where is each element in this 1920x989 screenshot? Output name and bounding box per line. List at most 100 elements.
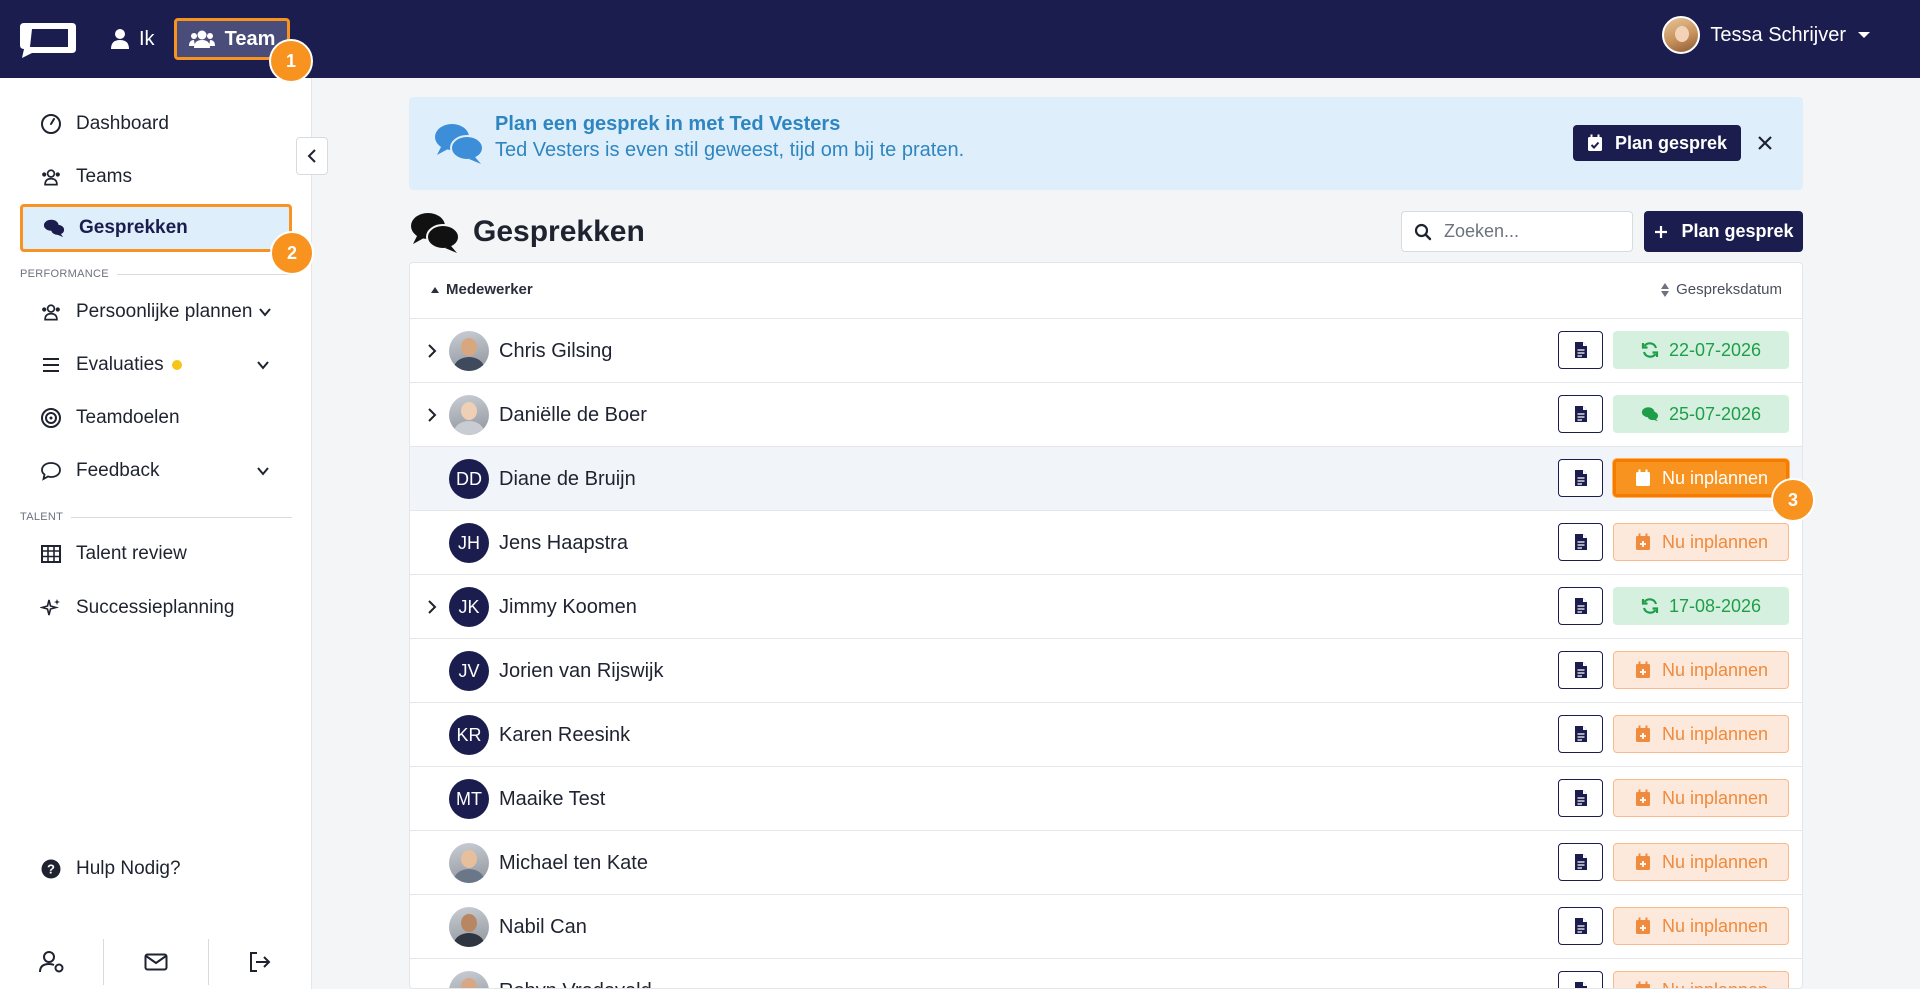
- table-row[interactable]: JK Jimmy Koomen 17-08-2026: [410, 575, 1802, 639]
- document-button[interactable]: [1558, 651, 1603, 689]
- table-row[interactable]: DD Diane de Bruijn Nu inplannen: [410, 447, 1802, 511]
- caret-down-icon: [1858, 32, 1870, 38]
- sidebar-item-label: Talent review: [76, 543, 187, 564]
- logout-icon: [250, 952, 271, 972]
- help-link[interactable]: ? Hulp Nodig?: [20, 845, 292, 893]
- table-row[interactable]: Chris Gilsing 22-07-2026: [410, 319, 1802, 383]
- sidebar-item-evaluaties[interactable]: Evaluaties: [20, 341, 292, 389]
- chevron-right-icon[interactable]: [424, 341, 440, 361]
- status-badge[interactable]: Nu inplannen: [1613, 907, 1789, 945]
- sidebar-item-feedback[interactable]: Feedback: [20, 447, 292, 495]
- step-marker-3: 3: [1771, 478, 1815, 522]
- employee-name[interactable]: Robyn Vredeveld: [499, 980, 652, 988]
- notification-dot: [171, 360, 182, 370]
- calendar-plus-icon: [1634, 853, 1652, 871]
- search-input[interactable]: [1444, 221, 1614, 242]
- column-gespreksdatum[interactable]: Gespreksdatum: [1660, 281, 1782, 298]
- svg-text:?: ?: [47, 862, 55, 877]
- document-button[interactable]: [1558, 459, 1603, 497]
- sidebar-item-label: Successieplanning: [76, 597, 235, 618]
- app-logo-icon[interactable]: [18, 19, 78, 59]
- table-row[interactable]: Robyn Vredeveld Nu inplannen: [410, 959, 1802, 988]
- banner-plan-label: Plan gesprek: [1614, 132, 1727, 153]
- sidebar-item-gesprekken[interactable]: Gesprekken: [20, 204, 292, 252]
- employee-name[interactable]: Jimmy Koomen: [499, 596, 637, 619]
- sidebar-item-teamdoelen[interactable]: Teamdoelen: [20, 394, 292, 442]
- status-label: Nu inplannen: [1661, 851, 1769, 872]
- sidebar-item-teams[interactable]: Teams: [20, 153, 292, 201]
- table-row[interactable]: Daniëlle de Boer 25-07-2026: [410, 383, 1802, 447]
- help-label: Hulp Nodig?: [76, 858, 181, 879]
- search-icon: [1414, 223, 1432, 240]
- table-row[interactable]: JV Jorien van Rijswijk Nu inplannen: [410, 639, 1802, 703]
- document-button[interactable]: [1558, 779, 1603, 817]
- sidebar-item-persoonlijke-plannen[interactable]: Persoonlijke plannen: [20, 288, 292, 336]
- document-button[interactable]: [1558, 587, 1603, 625]
- sidebar-item-label: Gesprekken: [79, 217, 188, 238]
- table-row[interactable]: KR Karen Reesink Nu inplannen: [410, 703, 1802, 767]
- document-button[interactable]: [1558, 523, 1603, 561]
- document-button[interactable]: [1558, 715, 1603, 753]
- document-button[interactable]: [1558, 331, 1603, 369]
- file-icon: [1574, 342, 1587, 358]
- comment-icon: [41, 462, 61, 481]
- status-label: 22-07-2026: [1668, 339, 1762, 360]
- sidebar-item-successieplanning[interactable]: Successieplanning: [20, 584, 292, 632]
- table-row[interactable]: Nabil Can Nu inplannen: [410, 895, 1802, 959]
- status-badge[interactable]: Nu inplannen: [1613, 459, 1789, 497]
- status-badge[interactable]: 17-08-2026: [1613, 587, 1789, 625]
- employee-name[interactable]: Jorien van Rijswijk: [499, 660, 664, 683]
- employee-name[interactable]: Daniëlle de Boer: [499, 404, 647, 427]
- employee-name[interactable]: Maaike Test: [499, 788, 605, 811]
- search-box[interactable]: [1401, 211, 1633, 252]
- status-badge[interactable]: Nu inplannen: [1613, 971, 1789, 988]
- grid-icon: [41, 545, 61, 563]
- calendar-plus-icon: [1634, 469, 1652, 487]
- status-badge[interactable]: 22-07-2026: [1613, 331, 1789, 369]
- table-header: Medewerker Gespreksdatum: [410, 263, 1802, 319]
- collapse-sidebar-button[interactable]: [296, 137, 328, 175]
- sidebar-item-talent-review[interactable]: Talent review: [20, 530, 292, 578]
- step-marker-2: 2: [270, 231, 314, 275]
- sidebar: Dashboard Teams Gesprekken PERFORMANCE P…: [0, 78, 312, 989]
- close-icon[interactable]: [1755, 133, 1775, 153]
- chevron-right-icon[interactable]: [424, 597, 440, 617]
- document-button[interactable]: [1558, 395, 1603, 433]
- employee-name[interactable]: Diane de Bruijn: [499, 468, 636, 491]
- messages-button[interactable]: [104, 939, 209, 985]
- status-badge[interactable]: Nu inplannen: [1613, 715, 1789, 753]
- table-row[interactable]: Michael ten Kate Nu inplannen: [410, 831, 1802, 895]
- status-badge[interactable]: 25-07-2026: [1613, 395, 1789, 433]
- sidebar-item-label: Dashboard: [76, 113, 169, 134]
- document-button[interactable]: [1558, 907, 1603, 945]
- status-badge[interactable]: Nu inplannen: [1613, 651, 1789, 689]
- status-label: Nu inplannen: [1661, 915, 1769, 936]
- profile-settings-button[interactable]: [0, 939, 105, 985]
- employee-name[interactable]: Nabil Can: [499, 916, 587, 939]
- employee-name[interactable]: Michael ten Kate: [499, 852, 648, 875]
- sync-icon: [1641, 341, 1659, 359]
- chevron-down-icon: [257, 361, 269, 370]
- banner-plan-button[interactable]: Plan gesprek: [1572, 125, 1741, 161]
- page-header: Gesprekken: [409, 210, 645, 254]
- chevron-down-icon: [257, 467, 269, 476]
- employee-name[interactable]: Chris Gilsing: [499, 340, 612, 363]
- sidebar-item-dashboard[interactable]: Dashboard: [20, 100, 292, 148]
- table-row[interactable]: JH Jens Haapstra Nu inplannen: [410, 511, 1802, 575]
- status-badge[interactable]: Nu inplannen: [1613, 843, 1789, 881]
- user-name: Tessa Schrijver: [1710, 23, 1846, 46]
- nav-ik[interactable]: Ik: [111, 24, 155, 54]
- plan-gesprek-button[interactable]: Plan gesprek: [1644, 211, 1803, 252]
- column-medewerker[interactable]: Medewerker: [430, 281, 533, 298]
- document-button[interactable]: [1558, 843, 1603, 881]
- employee-name[interactable]: Jens Haapstra: [499, 532, 628, 555]
- table-row[interactable]: MT Maaike Test Nu inplannen: [410, 767, 1802, 831]
- logout-button[interactable]: [209, 939, 312, 985]
- employee-name[interactable]: Karen Reesink: [499, 724, 630, 747]
- status-label: Nu inplannen: [1661, 531, 1769, 552]
- status-badge[interactable]: Nu inplannen: [1613, 523, 1789, 561]
- chevron-right-icon[interactable]: [424, 405, 440, 425]
- user-menu[interactable]: Tessa Schrijver: [1662, 16, 1870, 54]
- document-button[interactable]: [1558, 971, 1603, 988]
- status-badge[interactable]: Nu inplannen: [1613, 779, 1789, 817]
